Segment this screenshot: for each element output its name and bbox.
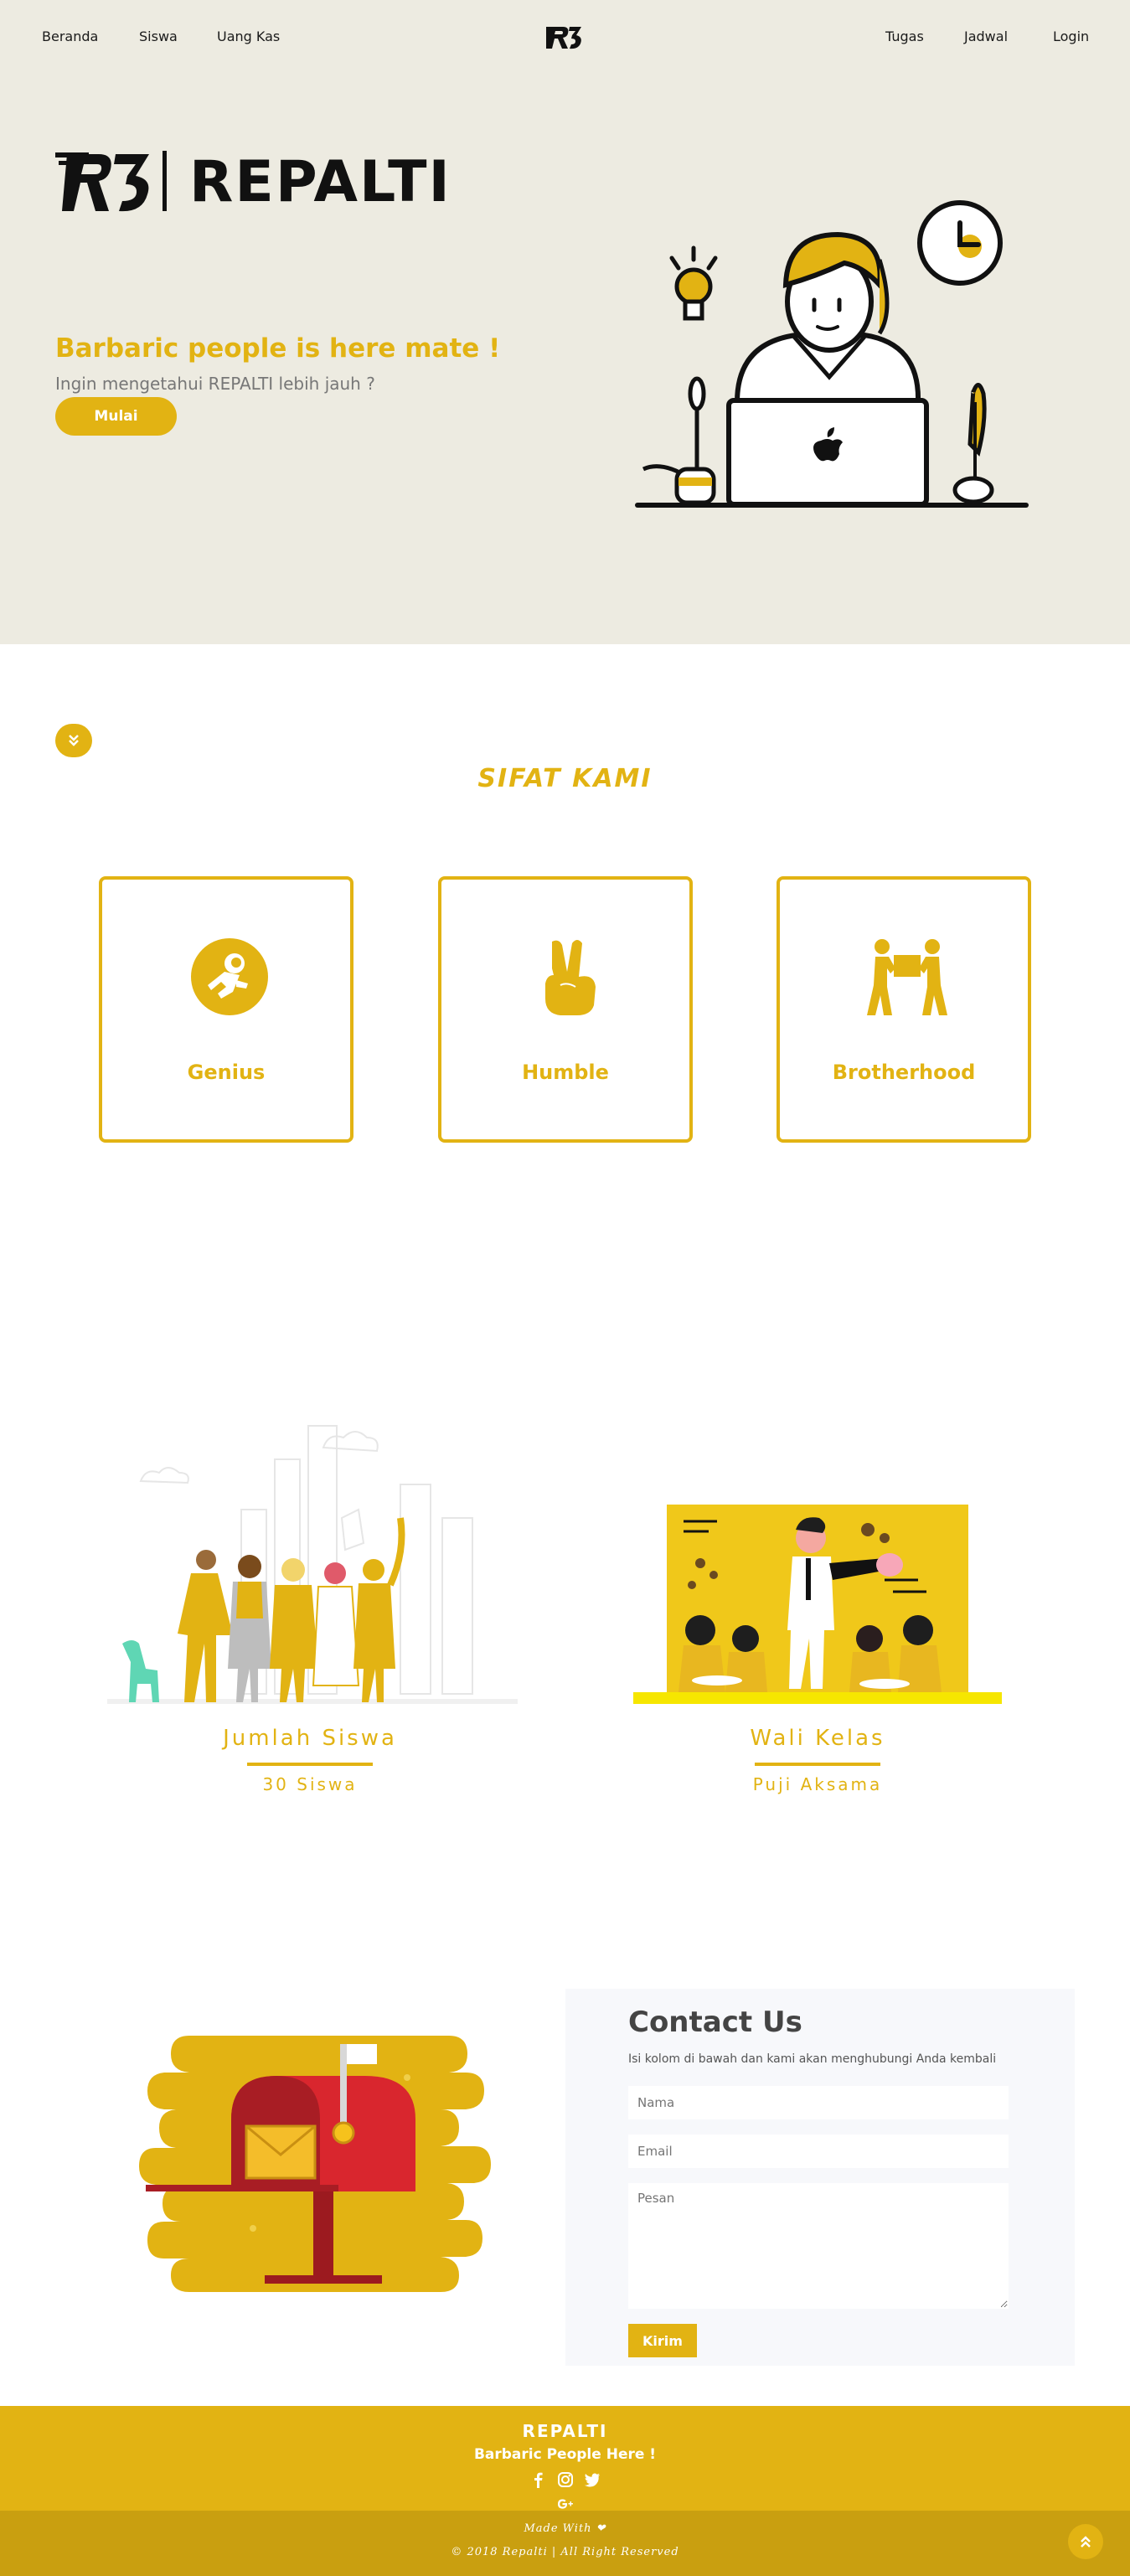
card-brotherhood: Brotherhood (777, 876, 1031, 1143)
chevron-double-down-icon (69, 734, 79, 746)
person-laptop-illustration (635, 200, 1029, 508)
copyright-text: © 2018 Repalti | All Right Reserved (451, 2546, 679, 2558)
footer-brand: REPALTI (522, 2421, 608, 2441)
r3-logo-large-icon (55, 152, 149, 212)
nav-login[interactable]: Login (1053, 28, 1089, 44)
r3-logo-icon[interactable] (543, 22, 585, 52)
hero-brand-name: REPALTI (189, 149, 451, 215)
made-with-text: Made With ❤ (524, 2522, 606, 2535)
contact-title: Contact Us (628, 2006, 802, 2039)
stat-title-wali-kelas: Wali Kelas (750, 1726, 885, 1751)
email-input[interactable] (628, 2135, 1009, 2168)
teacher-classroom-illustration (633, 1505, 1002, 1704)
mulai-button[interactable]: Mulai (55, 397, 177, 436)
stat-value-jumlah-siswa: 30 Siswa (262, 1774, 358, 1794)
card-label: Brotherhood (832, 1061, 976, 1084)
logo-divider (163, 151, 167, 211)
group-of-people-illustration (107, 1425, 518, 1704)
twitter-icon[interactable] (582, 2470, 602, 2490)
mailbox-illustration (139, 2036, 491, 2292)
card-humble: Humble (438, 876, 693, 1143)
kirim-button[interactable]: Kirim (628, 2324, 697, 2357)
footer-tagline: Barbaric People Here ! (473, 2446, 657, 2463)
social-links (519, 2470, 611, 2509)
facebook-icon[interactable] (529, 2470, 549, 2490)
stat-underline (755, 1763, 880, 1766)
hero-tagline: Barbaric people is here mate ! (55, 333, 501, 364)
scroll-down-button[interactable] (55, 724, 92, 757)
nav-beranda[interactable]: Beranda (42, 28, 98, 44)
contact-subtitle: Isi kolom di bawah dan kami akan menghub… (628, 2052, 997, 2066)
card-label: Humble (522, 1061, 609, 1084)
top-navbar: Beranda Siswa Uang Kas Tugas Jadwal Logi… (0, 0, 1130, 72)
stat-underline (247, 1763, 373, 1766)
nav-tugas[interactable]: Tugas (885, 28, 924, 44)
stat-title-jumlah-siswa: Jumlah Siswa (223, 1726, 397, 1751)
peace-hand-icon (545, 940, 596, 1015)
copyright-bar: Made With ❤ © 2018 Repalti | All Right R… (0, 2511, 1130, 2576)
nav-siswa[interactable]: Siswa (139, 28, 178, 44)
astronaut-icon (191, 938, 268, 1015)
card-label: Genius (187, 1061, 266, 1084)
people-carrying-box-icon (867, 939, 947, 1015)
footer: REPALTI Barbaric People Here ! (0, 2406, 1130, 2511)
chevron-double-up-icon (1081, 2535, 1091, 2548)
stat-value-wali-kelas: Puji Aksama (752, 1774, 883, 1794)
name-input[interactable] (628, 2086, 1009, 2119)
card-genius: Genius (99, 876, 353, 1143)
contact-form-panel: Contact Us Isi kolom di bawah dan kami a… (565, 1989, 1075, 2366)
nav-jadwal[interactable]: Jadwal (964, 28, 1008, 44)
sifat-title: SIFAT KAMI (477, 764, 653, 793)
back-to-top-button[interactable] (1068, 2524, 1103, 2559)
instagram-icon[interactable] (555, 2470, 575, 2490)
message-textarea[interactable] (628, 2183, 1009, 2309)
nav-uang-kas[interactable]: Uang Kas (217, 28, 280, 44)
hero-subtitle: Ingin mengetahui REPALTI lebih jauh ? (55, 374, 375, 394)
hero-logo: REPALTI (55, 144, 450, 219)
